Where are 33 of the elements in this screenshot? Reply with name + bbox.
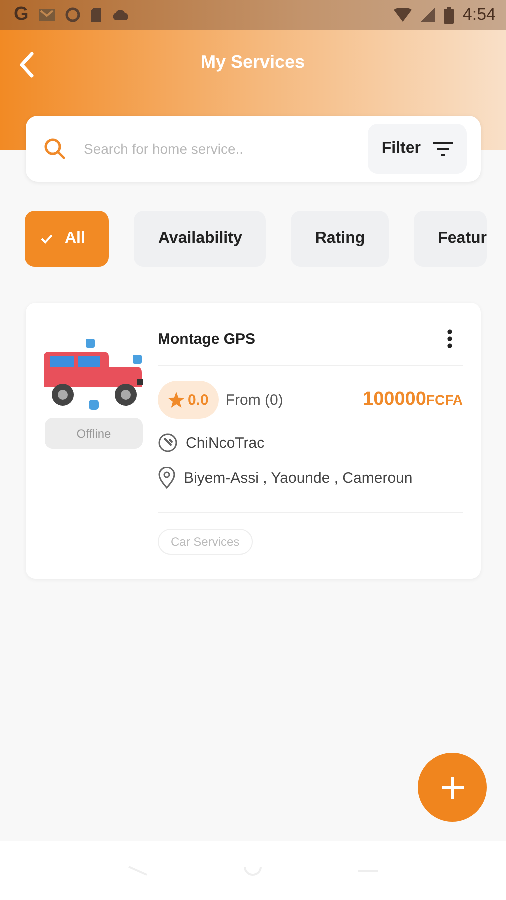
cloud-icon: [110, 9, 131, 21]
filter-chip[interactable]: Availability: [134, 211, 266, 267]
screen-title: My Services: [200, 52, 306, 73]
review-count: From (0): [226, 392, 284, 408]
circle-icon: [64, 7, 81, 23]
status-badge: Offline: [45, 418, 143, 449]
filter-chip[interactable]: Rating: [291, 211, 390, 267]
service-title: Montage GPS: [158, 330, 256, 348]
price: 100000: [363, 389, 426, 411]
check-icon: [41, 234, 53, 244]
filter-icon: [433, 142, 453, 156]
sd-card-icon: [90, 7, 102, 23]
rating-value: 0.0: [188, 392, 209, 408]
service-card[interactable]: Offline Montage GPS 0.0 From (0) 100000FCFA ChiNcoTrac Biyem-Assi , Yaounde , Cameroun Car Services: [26, 303, 481, 579]
more-icon[interactable]: [447, 329, 453, 349]
location-text: Biyem-Assi , Yaounde , Cameroun: [184, 470, 413, 486]
category-tag: Car Services: [158, 529, 253, 555]
plus-icon: [440, 776, 464, 800]
clock-time: 4:54: [462, 5, 496, 25]
filter-chip[interactable]: Featur: [414, 211, 488, 267]
search-icon: [43, 137, 67, 161]
location-pin-icon: [158, 467, 176, 489]
signal-icon: [420, 8, 435, 22]
search-field[interactable]: Search for home service..: [82, 140, 353, 158]
mail-icon: [38, 7, 56, 23]
currency: FCFA: [426, 392, 463, 408]
battery-icon: [444, 6, 454, 24]
provider-name: ChiNcoTrac: [186, 434, 265, 452]
filter-button[interactable]: Filter: [368, 124, 467, 174]
back-icon[interactable]: [19, 52, 35, 78]
star-icon: [168, 392, 185, 408]
wifi-icon: [394, 8, 412, 22]
app-letter: G: [14, 4, 29, 26]
